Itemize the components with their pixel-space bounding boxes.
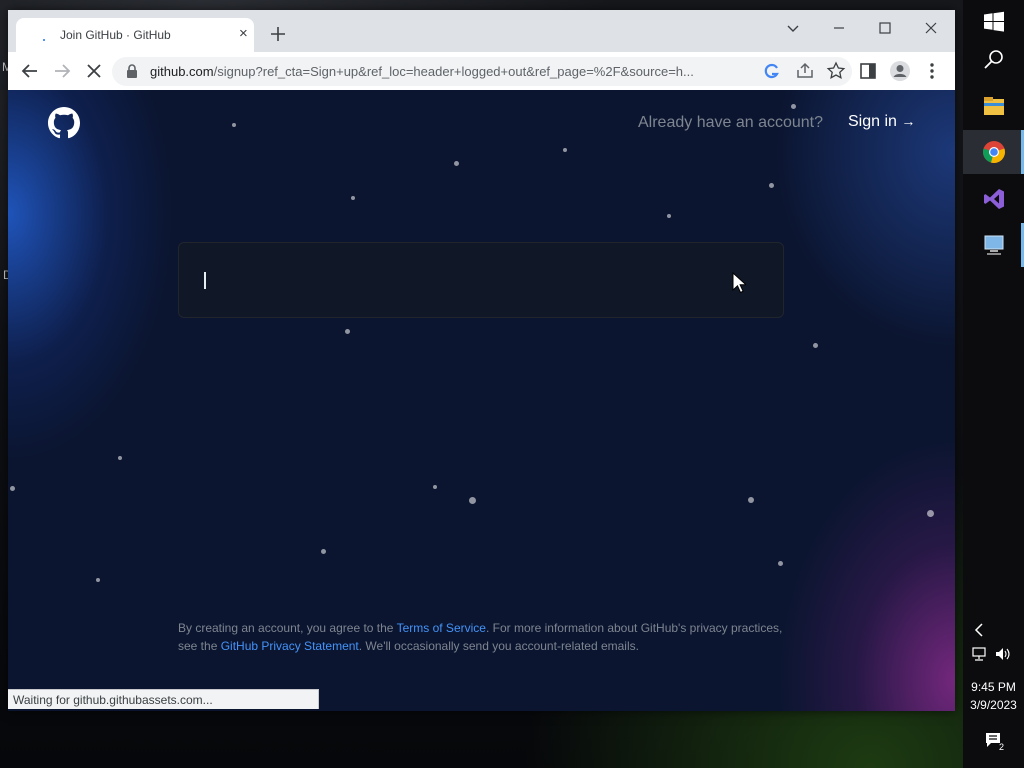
mouse-pointer-icon [732,272,746,294]
close-window-button[interactable] [920,17,942,39]
star-dot [321,549,326,554]
notification-count-badge: 2 [999,742,1005,752]
bookmark-star-icon[interactable] [826,61,846,81]
text-caret [204,272,206,289]
browser-window: Join GitHub · GitHub × github.com/signup… [8,10,955,711]
chrome-icon [983,141,1005,164]
google-lens-icon[interactable] [762,61,782,81]
remote-desktop-icon [984,235,1004,255]
search-icon [984,50,1003,69]
terms-of-service-link[interactable]: Terms of Service [397,621,486,635]
windows-logo-icon [984,11,1004,32]
sign-in-label: Sign in [848,113,897,130]
star-dot [454,161,459,166]
browser-toolbar: github.com/signup?ref_cta=Sign+up&ref_lo… [8,52,955,91]
taskbar-app-visual-studio[interactable] [963,177,1024,221]
search-button[interactable] [963,38,1024,82]
minimize-button[interactable] [828,17,850,39]
star-dot [96,578,100,582]
star-dot [469,497,476,504]
stop-loading-button[interactable] [83,60,105,82]
tab-join-github[interactable]: Join GitHub · GitHub × [16,18,254,52]
menu-kebab-icon[interactable] [921,60,943,82]
url-path: /signup?ref_cta=Sign+up&ref_loc=header+l… [213,64,694,79]
address-bar[interactable]: github.com/signup?ref_cta=Sign+up&ref_lo… [112,57,852,86]
file-explorer-icon [984,97,1004,115]
status-bubble: Waiting for github.githubassets.com... [8,689,319,709]
visual-studio-icon [984,189,1004,209]
star-dot [232,123,236,127]
new-tab-button[interactable] [268,24,288,44]
profile-avatar-icon[interactable] [889,60,911,82]
show-hidden-icons-chevron-icon[interactable] [972,621,986,639]
maximize-button[interactable] [874,17,896,39]
volume-icon[interactable] [994,646,1012,662]
legal-text: . We'll occasionally send you account-re… [358,639,639,653]
network-icon[interactable] [970,646,988,662]
tab-search-chevron-icon[interactable] [782,17,804,39]
sign-in-link[interactable]: Sign in → [848,113,915,131]
url-text: github.com/signup?ref_cta=Sign+up&ref_lo… [150,64,750,79]
taskbar: 9:45 PM 3/9/2023 2 [963,0,1024,768]
star-dot [433,485,437,489]
star-dot [351,196,355,200]
star-dot [813,343,818,348]
tab-title: Join GitHub · GitHub [60,28,171,42]
star-dot [667,214,671,218]
star-dot [927,510,934,517]
signup-input-box[interactable] [178,242,784,318]
already-have-account-text: Already have an account? [638,114,824,131]
star-dot [791,104,796,109]
star-dot [769,183,774,188]
tab-close-icon[interactable]: × [239,26,248,42]
legal-text: By creating an account, you agree to the [178,621,397,635]
star-dot [118,456,122,460]
tab-strip: Join GitHub · GitHub × [8,10,955,52]
clock-date: 3/9/2023 [970,698,1017,712]
loading-spinner-icon [43,39,45,41]
back-button[interactable] [19,60,41,82]
system-clock[interactable]: 9:45 PM 3/9/2023 [963,678,1024,714]
clock-time: 9:45 PM [971,680,1016,694]
privacy-statement-link[interactable]: GitHub Privacy Statement [221,639,359,653]
signup-page: Already have an account? Sign in → By cr… [8,90,955,711]
legal-notice: By creating an account, you agree to the… [178,619,798,655]
lock-icon[interactable] [126,64,138,78]
share-icon[interactable] [795,61,815,81]
star-dot [778,561,783,566]
star-dot [10,486,15,491]
star-dot [345,329,350,334]
taskbar-app-chrome[interactable] [963,130,1024,174]
github-logo-icon[interactable] [48,107,80,139]
side-panel-icon[interactable] [857,60,879,82]
taskbar-app-remote-desktop[interactable] [963,223,1024,267]
url-host: github.com [150,64,214,79]
taskbar-app-file-explorer[interactable] [963,84,1024,128]
star-dot [563,148,567,152]
star-dot [748,497,754,503]
arrow-right-icon: → [901,113,916,129]
forward-button[interactable] [51,60,73,82]
